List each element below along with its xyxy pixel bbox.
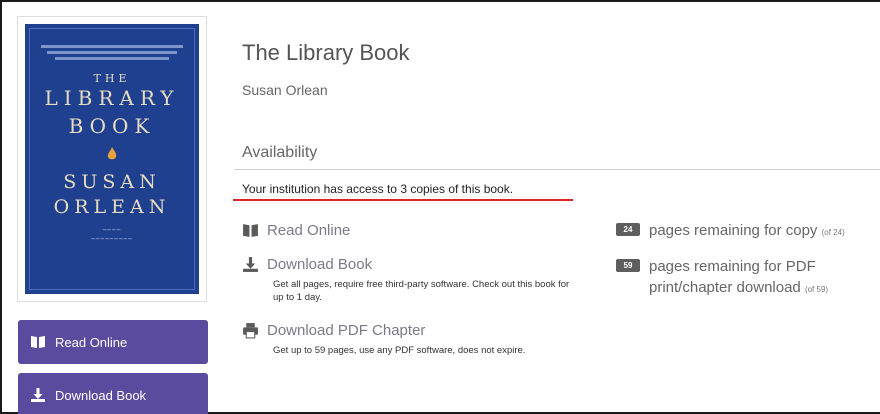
flame-icon xyxy=(107,147,117,160)
option-download-pdf-chapter[interactable]: Download PDF Chapter Get up to 59 pages,… xyxy=(242,322,563,357)
book-open-icon xyxy=(243,224,258,237)
copy-pages-text: pages remaining for copy xyxy=(649,222,818,239)
read-online-button[interactable]: Read Online xyxy=(18,320,208,364)
cover-text-orlean: ORLEAN xyxy=(53,196,171,218)
pdf-pages-badge: 59 xyxy=(616,259,640,272)
cover-text-the: THE xyxy=(93,72,131,85)
cover-small-text-2: ───────── xyxy=(91,236,133,243)
divider xyxy=(234,169,880,170)
pdf-pages-remaining: 59 pages remaining for PDF print/chapter… xyxy=(616,256,828,300)
printer-icon xyxy=(243,323,258,339)
download-book-description: Get all pages, require free third-party … xyxy=(273,279,570,303)
book-author[interactable]: Susan Orlean xyxy=(242,82,328,98)
download-book-link[interactable]: Download Book xyxy=(267,256,372,273)
download-icon xyxy=(243,257,258,272)
option-read-online[interactable]: Read Online xyxy=(242,222,350,239)
book-open-icon xyxy=(31,336,45,348)
option-download-book[interactable]: Download Book Get all pages, require fre… xyxy=(242,256,573,304)
cover-small-text: ──── xyxy=(102,227,122,234)
book-cover-image: THE LIBRARY BOOK SUSAN ORLEAN ──── ─────… xyxy=(25,24,199,294)
read-online-button-label: Read Online xyxy=(55,334,128,350)
download-book-button-label: Download Book xyxy=(55,387,147,403)
pdf-pages-text-line1: pages remaining for PDF xyxy=(649,258,816,275)
download-pdf-chapter-description: Get up to 59 pages, use any PDF software… xyxy=(273,345,526,356)
access-notice-underline xyxy=(233,199,573,201)
download-pdf-chapter-link[interactable]: Download PDF Chapter xyxy=(267,322,425,339)
cover-blurb xyxy=(41,42,183,64)
cover-text-library: LIBRARY xyxy=(44,86,180,110)
book-cover-container: THE LIBRARY BOOK SUSAN ORLEAN ──── ─────… xyxy=(17,16,207,302)
availability-heading: Availability xyxy=(242,144,318,161)
book-title: The Library Book xyxy=(242,40,410,65)
copy-pages-remaining: 24 pages remaining for copy (of 24) xyxy=(616,220,845,243)
copy-pages-badge: 24 xyxy=(616,223,640,236)
cover-text-susan: SUSAN xyxy=(63,171,161,193)
download-icon xyxy=(31,388,45,402)
read-online-link[interactable]: Read Online xyxy=(267,222,350,239)
cover-text-book: BOOK xyxy=(68,114,156,138)
page-frame: THE LIBRARY BOOK SUSAN ORLEAN ──── ─────… xyxy=(0,0,880,414)
copy-pages-total: (of 24) xyxy=(821,228,845,237)
pdf-pages-total: (of 59) xyxy=(804,285,829,294)
pdf-pages-text-line2: print/chapter download xyxy=(649,279,801,296)
access-notice: Your institution has access to 3 copies … xyxy=(242,182,514,196)
download-book-button[interactable]: Download Book xyxy=(18,373,208,414)
